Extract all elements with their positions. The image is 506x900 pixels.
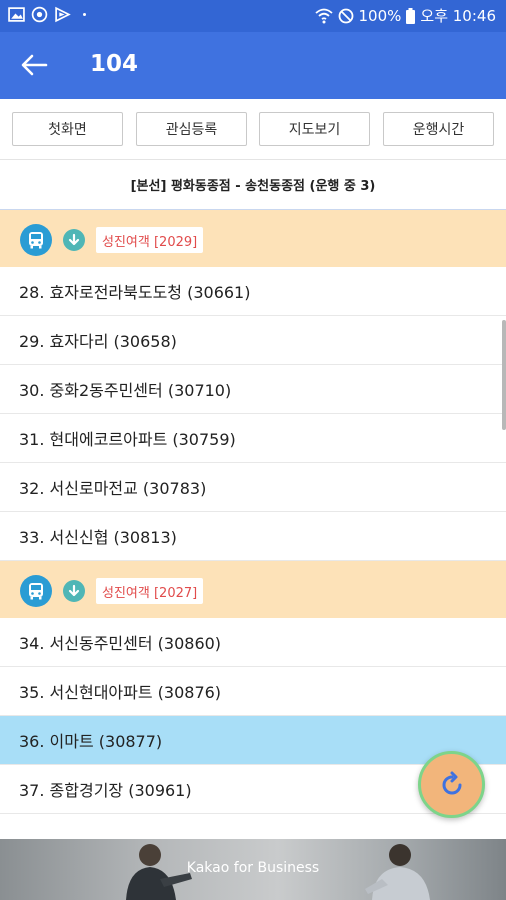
stop-list: 성진여객 [2029] 28. 효자로전라북도도청 (30661) 29. 효자… — [0, 210, 506, 814]
dnd-icon — [338, 8, 353, 23]
stop-row[interactable]: 33. 서신신협 (30813) — [0, 512, 506, 561]
map-button[interactable]: 지도보기 — [259, 112, 370, 146]
stop-row[interactable]: 32. 서신로마전교 (30783) — [0, 463, 506, 512]
battery-icon — [406, 7, 416, 24]
image-icon — [8, 7, 25, 22]
battery-text: 100% — [358, 6, 402, 25]
wifi-icon — [314, 8, 333, 23]
status-right: 100% 오후 10:46 — [314, 5, 496, 26]
stop-row[interactable]: 28. 효자로전라북도도청 (30661) — [0, 267, 506, 316]
app-bar: 104 — [0, 32, 506, 99]
arrow-down-icon — [63, 580, 85, 602]
clock: 오후 10:46 — [420, 7, 496, 25]
route-info: [본선] 평화동종점 - 송천동종점 (운행 중 3) — [0, 159, 506, 210]
back-arrow-icon[interactable] — [20, 53, 48, 77]
bus-plate: 성진여객 [2027] — [96, 578, 204, 604]
ad-text: Kakao for Business — [186, 860, 320, 876]
ad-banner[interactable]: Kakao for Business — [0, 839, 506, 900]
arrow-down-icon — [63, 229, 85, 251]
stop-row[interactable]: 31. 현대에코르아파트 (30759) — [0, 414, 506, 463]
status-left-icons — [8, 6, 86, 23]
stop-row[interactable]: 29. 효자다리 (30658) — [0, 316, 506, 365]
bus-position-row[interactable]: 성진여객 [2029] — [0, 210, 506, 267]
bus-plate: 성진여객 [2029] — [96, 227, 204, 253]
schedule-button[interactable]: 운행시간 — [383, 112, 494, 146]
refresh-button[interactable] — [418, 751, 485, 818]
play-flag-icon — [55, 6, 71, 23]
notification-dot — [83, 13, 86, 16]
scrollbar[interactable] — [502, 320, 506, 430]
status-bar: 100% 오후 10:46 — [0, 0, 506, 32]
bus-icon — [20, 575, 52, 607]
favorite-button[interactable]: 관심등록 — [136, 112, 247, 146]
circle-logo-icon — [31, 6, 48, 23]
stop-row[interactable]: 30. 중화2동주민센터 (30710) — [0, 365, 506, 414]
toolbar: 첫화면 관심등록 지도보기 운행시간 — [0, 99, 506, 159]
refresh-icon — [442, 771, 461, 794]
stop-row[interactable]: 34. 서신동주민센터 (30860) — [0, 618, 506, 667]
page-title: 104 — [90, 51, 139, 77]
bus-icon — [20, 224, 52, 256]
stop-row[interactable]: 35. 서신현대아파트 (30876) — [0, 667, 506, 716]
home-button[interactable]: 첫화면 — [12, 112, 123, 146]
bus-position-row[interactable]: 성진여객 [2027] — [0, 561, 506, 618]
